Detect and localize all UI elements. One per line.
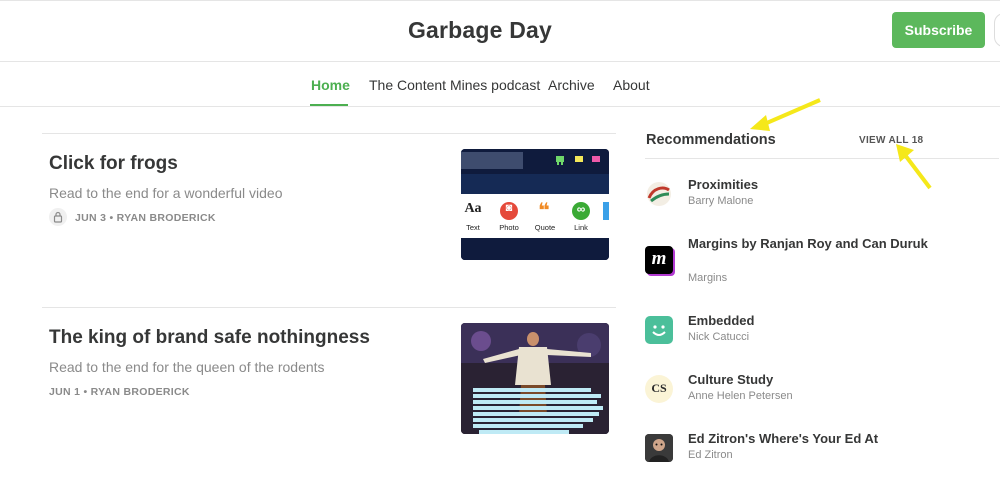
recommendation-item[interactable]: Proximities Barry Malone <box>645 176 945 226</box>
post-divider <box>42 307 616 308</box>
recommendation-item[interactable]: Ed Zitron's Where's Your Ed At Ed Zitron <box>645 430 945 480</box>
post-title[interactable]: Click for frogs <box>49 153 178 175</box>
recommendation-author: Margins <box>688 272 728 284</box>
post-divider <box>42 133 616 134</box>
thumbnail-image <box>461 323 609 434</box>
recommendation-name: Proximities <box>688 177 759 192</box>
annotation-arrow-icon <box>750 98 821 131</box>
nav-tab-about[interactable]: About <box>613 77 650 93</box>
recommendation-author: Ed Zitron <box>688 449 733 461</box>
recommendation-item[interactable]: CS Culture Study Anne Helen Petersen <box>645 371 945 421</box>
thumb-label-link: Link <box>574 223 588 232</box>
lock-icon <box>49 208 67 226</box>
post-meta: JUN 3 • RYAN BRODERICK <box>75 212 216 224</box>
recommendation-author: Nick Catucci <box>688 331 750 343</box>
recommendation-author: Barry Malone <box>688 195 754 207</box>
recommendation-name: Margins by Ranjan Roy and Can Duruk <box>688 236 928 251</box>
recommendation-name: Ed Zitron's Where's Your Ed At <box>688 431 879 446</box>
post-meta: JUN 1 • RYAN BRODERICK <box>49 386 190 398</box>
thumb-label-quote: Quote <box>534 223 556 232</box>
nav-tab-podcast[interactable]: The Content Mines podcast <box>369 77 540 93</box>
thumb-icon-link: ∞ <box>576 202 586 216</box>
post-subtitle: Read to the end for a wonderful video <box>49 185 283 201</box>
recommendation-name: Embedded <box>688 313 755 328</box>
recommendation-item[interactable]: Embedded Nick Catucci <box>645 312 945 362</box>
ed-zitron-avatar <box>645 434 673 462</box>
thumb-icon-quote: ❝ <box>538 200 550 222</box>
recommendation-item[interactable]: m Margins by Ranjan Roy and Can Duruk Ma… <box>645 235 945 290</box>
thumb-icon-camera: ◙ <box>505 202 513 214</box>
culture-study-logo: CS <box>645 375 673 403</box>
account-button[interactable] <box>994 13 1000 47</box>
main-nav: Home The Content Mines podcast Archive A… <box>0 62 1000 107</box>
active-tab-indicator <box>310 104 348 106</box>
post-subtitle: Read to the end for the queen of the rod… <box>49 359 325 375</box>
recommendation-author: Anne Helen Petersen <box>688 390 793 402</box>
thumb-label-text: Text <box>466 223 480 232</box>
nav-tab-home[interactable]: Home <box>311 77 350 93</box>
thumb-icon-text: Aa <box>464 201 482 216</box>
recommendations-divider <box>645 158 999 159</box>
post-thumbnail[interactable] <box>461 323 609 434</box>
subscribe-button[interactable]: Subscribe <box>892 12 985 48</box>
recommendation-name: Culture Study <box>688 372 774 387</box>
post-thumbnail[interactable]: Aa ◙ ❝ ∞ Text Photo Quote Link <box>461 149 609 260</box>
proximities-logo <box>645 180 673 208</box>
publication-header: Garbage Day Subscribe <box>0 0 1000 62</box>
thumb-label-photo: Photo <box>499 223 519 232</box>
post-title[interactable]: The king of brand safe nothingness <box>49 327 370 349</box>
publication-title[interactable]: Garbage Day <box>0 17 960 44</box>
margins-logo: m <box>645 246 673 274</box>
smiley-logo <box>645 316 673 344</box>
nav-tab-archive[interactable]: Archive <box>548 77 595 93</box>
